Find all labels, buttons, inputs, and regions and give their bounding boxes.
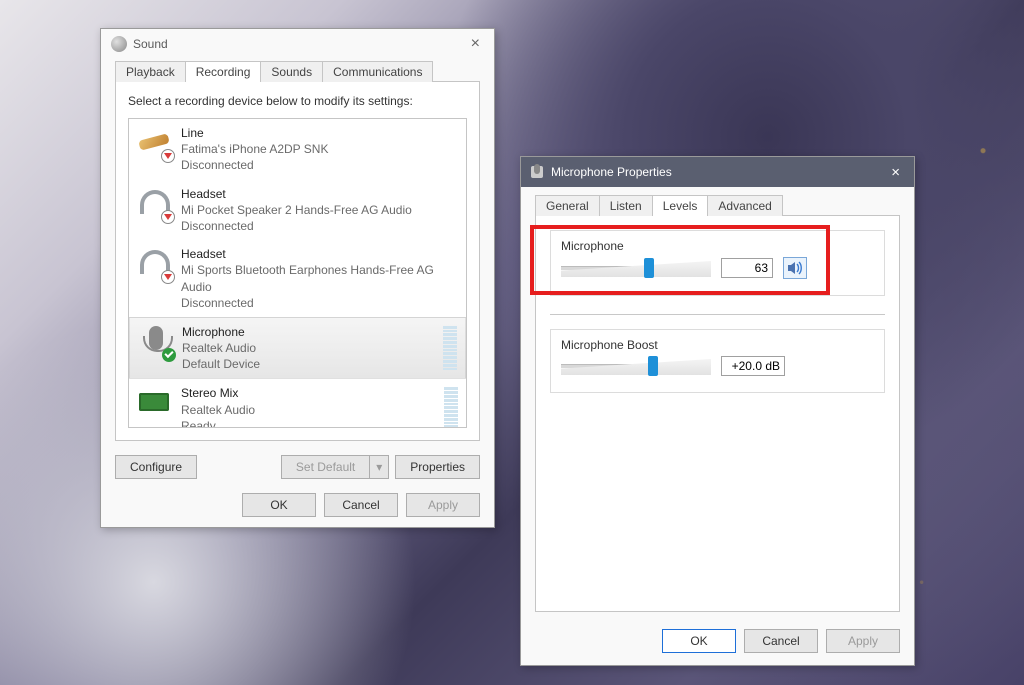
device-row-microphone[interactable]: MicrophoneRealtek AudioDefault Device: [129, 317, 466, 380]
speaker-icon: [787, 261, 803, 275]
sound-tab-body: Select a recording device below to modif…: [115, 81, 480, 441]
mic-tab-body: Microphone Microphone Boost: [535, 215, 900, 612]
chip-icon: [137, 385, 173, 421]
level-meter: [444, 385, 458, 428]
configure-button[interactable]: Configure: [115, 455, 197, 479]
apply-button[interactable]: Apply: [826, 629, 900, 653]
close-icon[interactable]: ×: [887, 164, 904, 181]
sound-tabs: PlaybackRecordingSoundsCommunications: [101, 61, 494, 82]
mic-level-group: Microphone: [550, 230, 885, 296]
headset-icon: [137, 246, 173, 282]
set-default-split: Set Default ▾: [281, 455, 389, 479]
mic-icon: [138, 324, 174, 360]
sound-title-text: Sound: [133, 37, 168, 51]
microphone-icon: [531, 166, 543, 178]
down-arrow-icon: [161, 210, 175, 224]
sound-button-row: Configure Set Default ▾ Properties: [115, 455, 480, 479]
instruction-text: Select a recording device below to modif…: [128, 94, 467, 108]
mic-footer: OK Cancel Apply: [521, 617, 914, 665]
device-text: HeadsetMi Pocket Speaker 2 Hands-Free AG…: [181, 186, 412, 235]
speaker-icon: [111, 36, 127, 52]
mic-boost-label: Microphone Boost: [561, 338, 874, 352]
device-list[interactable]: LineFatima's iPhone A2DP SNKDisconnected…: [128, 118, 467, 428]
check-icon: [162, 348, 176, 362]
mic-tabs: GeneralListenLevelsAdvanced: [521, 195, 914, 216]
sound-footer: OK Cancel Apply: [101, 479, 494, 531]
separator: [550, 314, 885, 315]
properties-button[interactable]: Properties: [395, 455, 480, 479]
sound-window: Sound × PlaybackRecordingSoundsCommunica…: [100, 28, 495, 528]
tab-communications[interactable]: Communications: [322, 61, 433, 82]
cancel-button[interactable]: Cancel: [324, 493, 398, 517]
mute-button[interactable]: [783, 257, 807, 279]
tab-recording[interactable]: Recording: [185, 61, 262, 82]
mic-level-value[interactable]: [721, 258, 773, 278]
down-arrow-icon: [161, 270, 175, 284]
mic-title-text: Microphone Properties: [551, 165, 672, 179]
ok-button[interactable]: OK: [662, 629, 736, 653]
tab-general[interactable]: General: [535, 195, 600, 216]
mic-boost-controls: [561, 356, 874, 376]
set-default-dropdown[interactable]: ▾: [369, 455, 389, 479]
mic-boost-group: Microphone Boost: [550, 329, 885, 393]
apply-button[interactable]: Apply: [406, 493, 480, 517]
device-text: MicrophoneRealtek AudioDefault Device: [182, 324, 260, 373]
mic-titlebar[interactable]: Microphone Properties ×: [521, 157, 914, 187]
mic-boost-value[interactable]: [721, 356, 785, 376]
ok-button[interactable]: OK: [242, 493, 316, 517]
level-meter: [443, 324, 457, 373]
device-text: HeadsetMi Sports Bluetooth Earphones Han…: [181, 246, 458, 311]
tab-sounds[interactable]: Sounds: [260, 61, 323, 82]
mic-level-controls: [561, 257, 874, 279]
close-icon[interactable]: ×: [467, 35, 484, 53]
line-icon: [137, 125, 173, 161]
tab-advanced[interactable]: Advanced: [707, 195, 782, 216]
tab-listen[interactable]: Listen: [599, 195, 653, 216]
device-text: LineFatima's iPhone A2DP SNKDisconnected: [181, 125, 328, 174]
device-row-headset[interactable]: HeadsetMi Pocket Speaker 2 Hands-Free AG…: [129, 180, 466, 241]
set-default-button[interactable]: Set Default: [281, 455, 369, 479]
tab-playback[interactable]: Playback: [115, 61, 186, 82]
cancel-button[interactable]: Cancel: [744, 629, 818, 653]
device-row-stereo-mix[interactable]: Stereo MixRealtek AudioReady: [129, 379, 466, 428]
device-row-line[interactable]: LineFatima's iPhone A2DP SNKDisconnected: [129, 119, 466, 180]
mic-properties-window: Microphone Properties × GeneralListenLev…: [520, 156, 915, 666]
tab-levels[interactable]: Levels: [652, 195, 709, 216]
down-arrow-icon: [161, 149, 175, 163]
device-row-headset[interactable]: HeadsetMi Sports Bluetooth Earphones Han…: [129, 240, 466, 317]
headset-icon: [137, 186, 173, 222]
sound-titlebar[interactable]: Sound ×: [101, 29, 494, 57]
mic-level-label: Microphone: [561, 239, 874, 253]
mic-boost-slider[interactable]: [561, 356, 711, 376]
device-text: Stereo MixRealtek AudioReady: [181, 385, 255, 428]
mic-level-slider[interactable]: [561, 258, 711, 278]
